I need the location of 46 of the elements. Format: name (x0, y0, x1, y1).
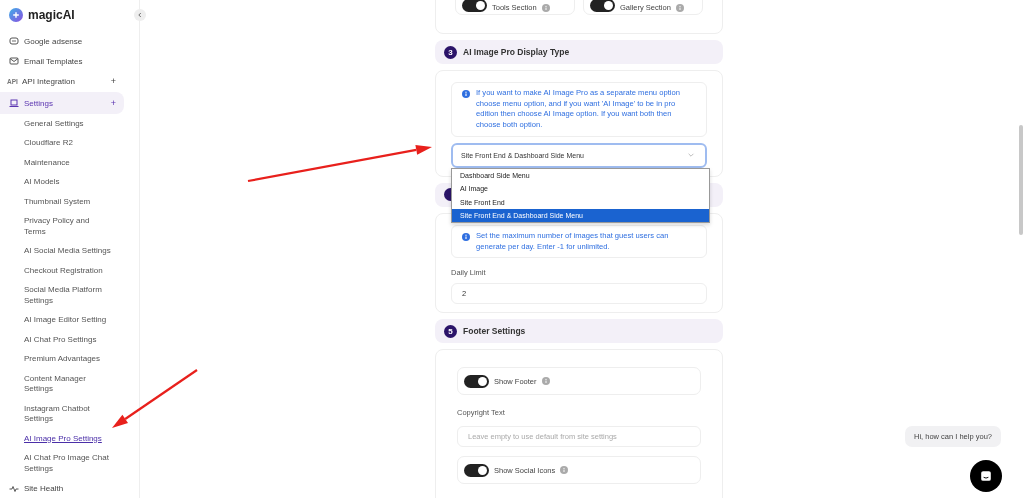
info-icon (675, 4, 684, 12)
sidebar-subitem[interactable]: Thumbnail System (0, 192, 112, 212)
section-title: Footer Settings (463, 326, 526, 337)
sidebar-subitem[interactable]: Content Manager Settings (0, 369, 112, 399)
chevron-left-icon (136, 11, 144, 19)
sidebar-subitem[interactable]: Social Media Platform Settings (0, 280, 112, 311)
section-title: AI Image Pro Display Type (463, 47, 570, 57)
info-icon (541, 4, 550, 12)
toggle-switch[interactable] (464, 463, 489, 477)
sidebar-subitem[interactable]: AI Image Editor Setting (0, 310, 112, 330)
sidebar-item[interactable]: Settings + (0, 92, 124, 114)
sidebar-item[interactable]: Email Templates (0, 51, 124, 71)
sidebar-subitem[interactable]: Cloudflare R2 (0, 133, 112, 153)
laptop-icon (9, 98, 19, 108)
logo-text: magicAI (28, 8, 75, 22)
sidebar-subitem[interactable]: AI Chat Pro Image Chat Settings (0, 448, 112, 479)
sidebar-subitem[interactable]: General Settings (0, 114, 112, 134)
sidebar-subitem[interactable]: Maintenance (0, 153, 112, 173)
info-icon (462, 232, 470, 241)
step-number: 3 (444, 45, 457, 59)
sidebar-item[interactable]: Google adsense (0, 31, 124, 51)
ad-icon (9, 36, 19, 46)
sidebar-subitem[interactable]: Instagram Chatbot Settings (0, 399, 112, 429)
chat-icon (978, 468, 994, 484)
sidebar-item[interactable]: Site Health (0, 478, 124, 498)
toggle-switch[interactable] (462, 0, 487, 12)
logo-icon (9, 8, 23, 22)
chevron-down-icon (687, 151, 695, 160)
chat-launcher[interactable] (970, 460, 1002, 492)
info-icon (462, 90, 470, 98)
sidebar-subitem[interactable]: Premium Advantages (0, 349, 112, 369)
toggle-switch[interactable] (464, 374, 489, 388)
info-icon (560, 466, 569, 475)
scrollbar[interactable] (1019, 125, 1023, 235)
toggle-switch[interactable] (590, 0, 615, 12)
sidebar-subitem[interactable]: AI Social Media Settings (0, 241, 112, 261)
mail-icon (9, 56, 19, 66)
sidebar-subitem[interactable]: AI Image Pro Settings (0, 429, 112, 449)
pulse-icon (9, 483, 19, 494)
sidebar-subitem[interactable]: AI Chat Pro Settings (0, 330, 112, 350)
collapse-button[interactable] (134, 9, 146, 21)
sidebar-subitem[interactable]: Privacy Policy and Terms (0, 211, 112, 242)
sidebar-subitem[interactable]: AI Models (0, 172, 112, 192)
step-number: 5 (444, 324, 457, 338)
info-icon (541, 377, 550, 386)
sidebar-subitem[interactable]: Checkout Registration (0, 261, 112, 281)
